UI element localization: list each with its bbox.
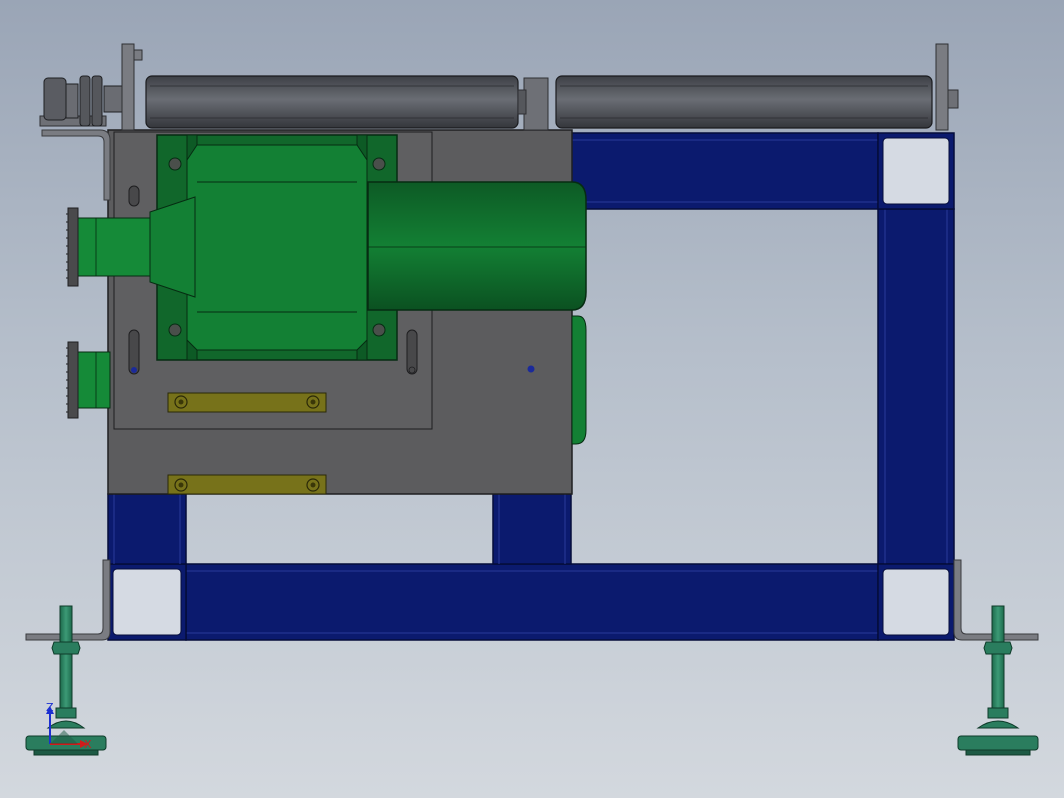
frame-right-post xyxy=(877,208,955,565)
triad-x-label: X xyxy=(84,738,92,751)
center-support xyxy=(523,77,549,131)
drive-hub-upper xyxy=(77,217,151,277)
cad-assembly-drawing: Z X xyxy=(25,43,1039,756)
sprocket-lower xyxy=(66,341,79,419)
roller-right xyxy=(555,75,933,129)
leveling-foot-right xyxy=(957,605,1039,756)
frame-top-rail xyxy=(569,132,879,210)
drive-sprocket-top xyxy=(43,75,123,127)
frame-left-leg xyxy=(107,493,187,565)
roller-bracket-left xyxy=(41,129,111,201)
triad-z-label: Z xyxy=(46,701,54,714)
slot-bar-lower xyxy=(167,474,327,495)
end-plate-right xyxy=(935,43,949,131)
frame-middle-leg xyxy=(492,493,572,565)
cad-viewport[interactable]: Z X xyxy=(0,0,1064,798)
sprocket-upper xyxy=(66,207,79,287)
motor-body xyxy=(367,181,587,311)
terminal-box xyxy=(571,315,587,445)
end-plate-left xyxy=(121,43,135,131)
gearbox-nose xyxy=(149,196,196,298)
frame-bottom-rail xyxy=(185,563,879,641)
roller-left xyxy=(145,75,519,129)
slot-bar-upper xyxy=(167,392,327,413)
drive-hub-lower xyxy=(77,351,111,409)
